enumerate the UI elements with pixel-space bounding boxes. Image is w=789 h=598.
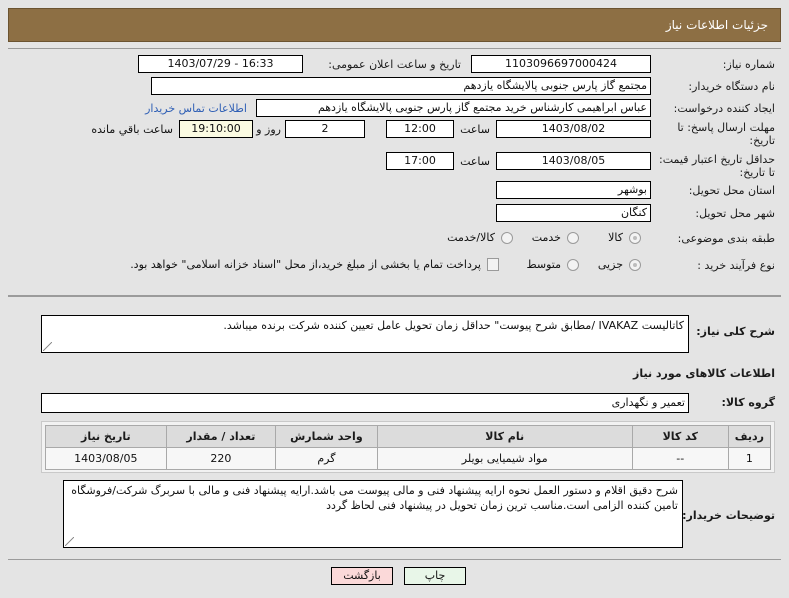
col-kod-kala: کد کالا bbox=[631, 425, 729, 448]
summary-textarea[interactable]: کاتالیست IVAKAZ /مطابق شرح پیوست" حداقل … bbox=[41, 315, 689, 353]
page-title: جزئیات اطلاعات نیاز bbox=[665, 18, 768, 32]
remaining-time-label: ساعت باقي مانده bbox=[91, 123, 173, 136]
cell-kod-kala: -- bbox=[631, 447, 729, 470]
col-radif: ردیف bbox=[727, 425, 772, 448]
city-value: کنگان bbox=[496, 204, 651, 222]
process-option-0-label: جزیی bbox=[597, 258, 623, 271]
requester-label: ایجاد کننده درخواست: bbox=[673, 102, 775, 115]
items-table-container: ردیف کد کالا نام کالا واحد شمارش تعداد /… bbox=[41, 421, 775, 473]
buyer-org-value: مجتمع گاز پارس جنوبی پالایشگاه یازدهم bbox=[151, 77, 651, 95]
deadline-hour-label: ساعت bbox=[460, 123, 490, 136]
process-label: نوع فرآیند خرید : bbox=[697, 259, 775, 272]
process-radio-jozyi[interactable] bbox=[629, 259, 641, 271]
print-button[interactable]: چاپ bbox=[404, 567, 466, 585]
category-option-2-label: کالا/خدمت bbox=[447, 231, 495, 244]
deadline-hour-value: 12:00 bbox=[386, 120, 454, 138]
goods-group-value: تعمیر و نگهداری bbox=[41, 393, 689, 413]
category-radio-khedmat[interactable] bbox=[567, 232, 579, 244]
cell-radif: 1 bbox=[727, 447, 772, 470]
process-option-1-label: متوسط bbox=[526, 258, 561, 271]
process-radio-motevaset[interactable] bbox=[567, 259, 579, 271]
col-nam-kala: نام کالا bbox=[376, 425, 633, 448]
deadline-label: مهلت ارسال پاسخ: تا تاریخ: bbox=[677, 121, 775, 147]
cell-nam-kala: مواد شیمیایی بویلر bbox=[376, 447, 633, 470]
items-table: ردیف کد کالا نام کالا واحد شمارش تعداد /… bbox=[45, 425, 772, 470]
need-number-label: شماره نیاز: bbox=[722, 58, 775, 71]
back-button[interactable]: بازگشت bbox=[331, 567, 393, 585]
page-root: iranTender.net جزئیات اطلاعات نیاز شماره… bbox=[0, 0, 789, 598]
treasury-bonds-checkbox[interactable] bbox=[487, 258, 499, 271]
table-row: 1 -- مواد شیمیایی بویلر گرم 220 1403/08/… bbox=[45, 447, 772, 470]
treasury-bonds-label: پرداخت تمام یا بخشی از مبلغ خرید،از محل … bbox=[130, 258, 481, 271]
buyer-notes-textarea[interactable]: شرح دقیق اقلام و دستور العمل نحوه ارایه … bbox=[63, 480, 683, 548]
announce-datetime-label: تاریخ و ساعت اعلان عمومی: bbox=[328, 58, 461, 71]
goods-group-label: گروه کالا: bbox=[721, 396, 775, 409]
category-option-0-label: کالا bbox=[608, 231, 623, 244]
cell-tedad: 220 bbox=[165, 447, 277, 470]
items-table-header-row: ردیف کد کالا نام کالا واحد شمارش تعداد /… bbox=[45, 425, 772, 448]
remaining-days-value: 2 bbox=[285, 120, 365, 138]
col-vahed: واحد شمارش bbox=[275, 425, 378, 448]
summary-label: شرح کلی نیاز: bbox=[696, 325, 775, 338]
need-summary-panel: شماره نیاز: 1103096697000424 تاریخ و ساع… bbox=[8, 48, 781, 296]
buyer-org-label: نام دستگاه خریدار: bbox=[688, 80, 775, 93]
col-tarikh-niaz: تاریخ نیاز bbox=[45, 425, 167, 448]
announce-datetime-value: 16:33 - 1403/07/29 bbox=[138, 55, 303, 73]
validity-hour-label: ساعت bbox=[460, 155, 490, 168]
cell-tarikh-niaz: 1403/08/05 bbox=[45, 447, 167, 470]
validity-label: حداقل تاریخ اعتبار قیمت: تا تاریخ: bbox=[659, 153, 775, 179]
deadline-date-value: 1403/08/02 bbox=[496, 120, 651, 138]
city-label: شهر محل تحویل: bbox=[695, 207, 775, 220]
requester-value: عباس ابراهیمی کارشناس خرید مجتمع گاز پار… bbox=[256, 99, 651, 117]
validity-date-value: 1403/08/05 bbox=[496, 152, 651, 170]
remaining-days-label: روز و bbox=[256, 123, 281, 136]
need-details-panel: شرح کلی نیاز: کاتالیست IVAKAZ /مطابق شرح… bbox=[8, 296, 781, 560]
category-option-1-label: خدمت bbox=[531, 231, 561, 244]
province-value: بوشهر bbox=[496, 181, 651, 199]
window-title-bar: جزئیات اطلاعات نیاز bbox=[8, 8, 781, 42]
remaining-time-value: 19:10:00 bbox=[179, 120, 253, 138]
category-radio-kala[interactable] bbox=[629, 232, 641, 244]
goods-section-title: اطلاعات کالاهای مورد نیاز bbox=[633, 367, 775, 380]
cell-vahed: گرم bbox=[275, 447, 378, 470]
province-label: استان محل تحویل: bbox=[688, 184, 775, 197]
category-label: طبقه بندی موضوعی: bbox=[677, 232, 775, 245]
need-number-value: 1103096697000424 bbox=[471, 55, 651, 73]
buyer-contact-link[interactable]: اطلاعات تماس خریدار bbox=[145, 102, 247, 115]
col-tedad: تعداد / مقدار bbox=[165, 425, 277, 448]
validity-hour-value: 17:00 bbox=[386, 152, 454, 170]
buyer-notes-label: توضیحات خریدار: bbox=[682, 509, 775, 522]
category-radio-kala-khedmat[interactable] bbox=[501, 232, 513, 244]
